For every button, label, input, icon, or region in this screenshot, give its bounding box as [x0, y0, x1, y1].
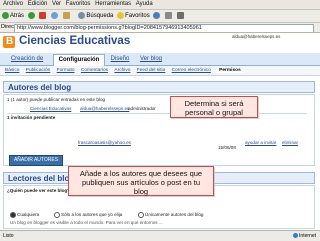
search-label: Búsqueda: [86, 13, 114, 19]
browser-menu-bar: Archivo Edición Ver Favoritos Herramient…: [0, 0, 320, 10]
authors-section-title: Autores del blog: [3, 81, 315, 93]
subtab-basico[interactable]: Básico: [5, 68, 19, 73]
menu-item-favoritos[interactable]: Favoritos: [66, 1, 91, 7]
callout-add-authors: Añade a los autores que desees que publi…: [68, 166, 214, 196]
blog-title: Ciencias Educativas: [19, 35, 131, 47]
pending-date: 15/06/08: [218, 145, 236, 150]
home-button[interactable]: [62, 10, 71, 22]
mail-icon: [165, 11, 173, 19]
user-email: aldua@haberelsseps.es: [232, 34, 281, 39]
browser-toolbar: Atrás Búsqueda Favoritos: [0, 10, 320, 23]
reader-option-authors-label: Únicamente autores del blog: [145, 212, 204, 218]
back-button[interactable]: Atrás: [2, 10, 24, 22]
mail-button[interactable]: [165, 10, 173, 22]
reader-option-anyone-label: Cualquiera: [17, 212, 40, 218]
callout-authors-line-1: Añade a los autores que desees que: [79, 169, 203, 178]
print-button[interactable]: [176, 10, 185, 22]
reader-option-selected-people[interactable]: Sólo a los autores que yo elija: [54, 212, 122, 218]
reader-option-authors-only[interactable]: Únicamente autores del blog: [138, 212, 203, 218]
star-icon: [117, 11, 125, 19]
radio-icon: [54, 212, 60, 218]
readers-note: Un blog en blogger es visible a todo el …: [10, 220, 163, 225]
tab-configuracion[interactable]: Configuración: [53, 54, 105, 66]
tab-diseno[interactable]: Diseño: [106, 54, 134, 65]
subtab-archivo[interactable]: Archivo: [114, 68, 130, 73]
stop-icon: [39, 11, 47, 19]
refresh-button[interactable]: [51, 10, 59, 22]
status-zone-label: Internet: [299, 233, 316, 239]
menu-item-ayuda[interactable]: Ayuda: [136, 1, 153, 7]
menu-item-ver[interactable]: Ver: [52, 1, 61, 7]
address-input[interactable]: http://www.blogger.com/blog-permissions.…: [14, 24, 314, 32]
home-icon: [62, 11, 70, 19]
authors-intro: 1 (1 autor) puede publicar entradas en e…: [7, 97, 106, 102]
refresh-icon: [51, 11, 59, 19]
menu-item-edicion[interactable]: Edición: [28, 1, 48, 7]
callout-authors-line-2: publiquen sus artículos o post en tu: [82, 178, 200, 187]
subtab-feed[interactable]: Feed del sitio: [137, 68, 166, 73]
media-icon: [153, 11, 161, 19]
search-button[interactable]: Búsqueda: [78, 10, 113, 22]
favorites-button[interactable]: Favoritos: [117, 10, 150, 22]
subtab-correo[interactable]: Correo electrónico: [172, 68, 211, 73]
author-role: administrador: [128, 106, 156, 111]
settings-subtabs: Básico Publicación Formato Comentarios A…: [0, 66, 320, 76]
add-authors-button[interactable]: AÑADIR AUTORES: [9, 155, 63, 166]
subtab-publicacion[interactable]: Publicación: [26, 68, 51, 73]
callout-authors-line-3: blog: [133, 187, 149, 196]
search-icon: [78, 11, 86, 19]
media-button[interactable]: [153, 10, 161, 22]
tab-ver-blog[interactable]: Ver blog: [138, 54, 164, 65]
reader-option-selected-label: Sólo a los autores que yo elija: [61, 212, 123, 218]
author-name-link[interactable]: Ciencias Educativas: [30, 106, 71, 111]
callout-personal-group: Determina si será personal o grupal: [170, 96, 258, 118]
authors-divider: [7, 113, 307, 114]
readers-question: ¿Quién puede ver este blog?: [7, 188, 71, 193]
callout-personal-line-2: personal o grupal: [185, 108, 243, 117]
status-text: Listo: [3, 233, 14, 239]
forward-button[interactable]: [27, 10, 36, 22]
subtab-formato[interactable]: Formato: [57, 68, 75, 73]
pending-invitations-label: 1 invitación pendiente: [7, 115, 56, 120]
subtab-comentarios[interactable]: Comentarios: [81, 68, 108, 73]
subtab-permisos[interactable]: Permisos: [217, 68, 243, 73]
back-arrow-icon: [2, 11, 9, 19]
reader-option-anyone[interactable]: Cualquiera: [10, 212, 39, 218]
callout-personal-line-1: Determina si será: [184, 99, 244, 108]
favorites-label: Favoritos: [125, 13, 150, 19]
blogger-logo-icon: [3, 36, 15, 48]
stop-button[interactable]: [39, 10, 47, 22]
browser-status-bar: Listo Internet: [0, 230, 320, 241]
back-label: Atrás: [10, 13, 25, 19]
menu-item-herramientas[interactable]: Herramientas: [95, 1, 131, 7]
menu-item-archivo[interactable]: Archivo: [3, 1, 23, 7]
remove-invite-link[interactable]: eliminar: [282, 140, 298, 145]
address-bar: Dirección http://www.blogger.com/blog-pe…: [0, 23, 320, 33]
globe-icon: [293, 233, 299, 239]
pending-email-link[interactable]: frascaroasasis@yahoo.es: [78, 140, 131, 145]
tab-creacion-mensajes[interactable]: Creación de mensajes: [3, 54, 51, 73]
radio-icon: [138, 212, 144, 218]
radio-selected-icon: [10, 212, 16, 218]
printer-icon: [176, 11, 184, 19]
reinvite-link[interactable]: ayudar a invitar: [245, 140, 276, 145]
author-email-link[interactable]: aldua@haberelsseps.es: [80, 106, 129, 111]
forward-arrow-icon: [27, 11, 35, 19]
